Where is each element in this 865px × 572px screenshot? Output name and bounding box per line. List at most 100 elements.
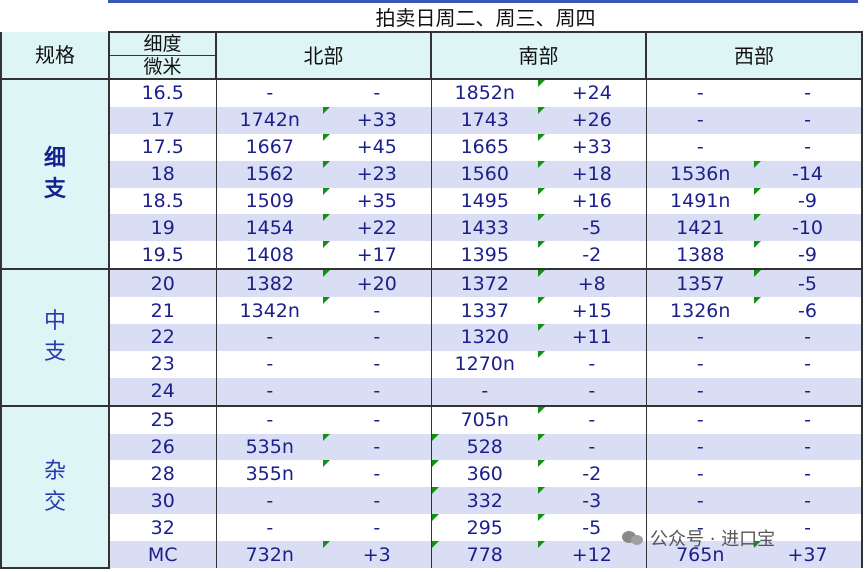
table-row: 28 355n -360 -2- - — [1, 460, 863, 488]
west-change-cell: - — [754, 433, 863, 461]
north-price-cell: - — [216, 487, 323, 515]
south-change-cell: +15 — [538, 297, 647, 325]
south-change-cell: +8 — [538, 268, 647, 298]
north-price-cell: 732n — [216, 541, 323, 569]
west-change-cell: -14 — [754, 160, 863, 188]
north-price-cell: 1667 — [216, 133, 323, 161]
north-change-cell: +3 — [323, 541, 432, 569]
table-row: 17 1742n +33 1743 +26- - — [1, 106, 863, 134]
fineness-cell: 17 — [109, 106, 217, 134]
table-row: 19.5 1408 +17 1395 -2 1388 -9 — [1, 241, 863, 270]
north-change-cell: - — [323, 433, 432, 461]
north-change-cell: +17 — [323, 241, 432, 270]
west-price-cell: - — [646, 377, 754, 406]
north-change-cell: - — [323, 297, 432, 325]
region-header-west: 西部 — [645, 32, 863, 80]
west-change-cell: - — [754, 487, 863, 515]
north-change-cell: +33 — [323, 106, 432, 134]
south-price-cell: 1320 — [431, 324, 538, 351]
west-price-cell: - — [646, 79, 754, 107]
north-change-cell: +35 — [323, 187, 432, 215]
west-price-cell: 1536n — [646, 160, 754, 188]
south-change-cell: +18 — [538, 160, 647, 188]
south-price-cell: 1270n — [431, 350, 538, 378]
table-row: 17.5 1667 +45 1665 +33- - — [1, 133, 863, 161]
south-price-cell: 1495 — [431, 187, 538, 215]
fineness-cell: 19 — [109, 214, 217, 242]
south-price-cell: 528 — [431, 433, 538, 461]
fineness-cell: 26 — [109, 433, 217, 461]
north-price-cell: - — [216, 377, 323, 406]
watermark-text: 公众号 · 进口宝 — [650, 529, 776, 550]
north-price-cell: 1408 — [216, 241, 323, 270]
table-row: 23- -1270n - - - — [1, 350, 863, 378]
north-change-cell: - — [323, 377, 432, 406]
fineness-cell: 24 — [109, 377, 217, 406]
north-price-cell: 1382 — [216, 268, 323, 298]
west-change-cell: - — [754, 350, 863, 378]
north-change-cell: - — [323, 404, 432, 434]
fineness-header-bottom: 微米 — [109, 55, 216, 80]
north-price-cell: - — [216, 350, 323, 378]
table-row: 细 支 16.5- -1852n +24- - — [0, 79, 863, 271]
south-change-cell: +33 — [538, 133, 647, 161]
top-accent-bar — [108, 0, 858, 3]
fineness-cell: 16.5 — [109, 79, 217, 107]
west-price-cell: - — [646, 460, 754, 488]
west-price-cell: 1326n — [646, 297, 754, 325]
fineness-cell: MC — [109, 541, 217, 569]
south-price-cell: 1395 — [431, 241, 538, 270]
north-change-cell: - — [323, 514, 432, 542]
west-change-cell: - — [754, 377, 863, 406]
fineness-cell: 28 — [109, 460, 217, 488]
table-row: 中 支 20 1382 +20 1372 +8 1357 -5 — [0, 268, 863, 407]
north-change-cell: - — [323, 460, 432, 488]
west-price-cell: - — [646, 404, 754, 434]
west-change-cell: - — [754, 460, 863, 488]
west-change-cell: - — [754, 106, 863, 134]
south-price-cell: 1743 — [431, 106, 538, 134]
table-row: 21 1342n -1337 +15 1326n -6 — [1, 297, 863, 325]
north-change-cell: - — [323, 487, 432, 515]
south-change-cell: -2 — [538, 460, 647, 488]
fineness-cell: 18 — [109, 160, 217, 188]
south-price-cell: 705n — [431, 404, 538, 434]
west-change-cell: -5 — [754, 268, 863, 298]
south-price-cell: 1665 — [431, 133, 538, 161]
west-price-cell: 1357 — [646, 268, 754, 298]
south-change-cell: +26 — [538, 106, 647, 134]
west-change-cell: -9 — [754, 187, 863, 215]
table-row: 杂 交 25- -705n - - - — [0, 404, 863, 570]
fineness-cell: 25 — [109, 404, 217, 434]
west-price-cell: - — [646, 133, 754, 161]
south-price-cell: 1372 — [431, 268, 538, 298]
north-price-cell: 1562 — [216, 160, 323, 188]
auction-price-table: 拍卖日周二、周三、周四 规格 细度 北部 南部 西部 微米 细 支 16.5- -1… — [0, 4, 863, 570]
south-price-cell: 332 — [431, 487, 538, 515]
north-price-cell: 1742n — [216, 106, 323, 134]
table-row: 24- - - - - - — [1, 377, 863, 406]
south-change-cell: - — [538, 433, 647, 461]
north-price-cell: 535n — [216, 433, 323, 461]
south-price-cell: 1337 — [431, 297, 538, 325]
south-price-cell: 1852n — [431, 79, 538, 107]
fineness-cell: 22 — [109, 324, 217, 351]
south-price-cell: 778 — [431, 541, 538, 569]
table-row: 18.5 1509 +35 1495 +16 1491n -9 — [1, 187, 863, 215]
west-change-cell: -10 — [754, 214, 863, 242]
south-price-cell: - — [431, 377, 538, 406]
west-price-cell: - — [646, 487, 754, 515]
north-price-cell: - — [216, 324, 323, 351]
west-change-cell: -6 — [754, 297, 863, 325]
fineness-cell: 23 — [109, 350, 217, 378]
west-price-cell: - — [646, 350, 754, 378]
fineness-cell: 20 — [109, 268, 217, 298]
table-title: 拍卖日周二、周三、周四 — [109, 4, 862, 33]
south-price-cell: 295 — [431, 514, 538, 542]
west-change-cell: -9 — [754, 241, 863, 270]
fineness-cell: 21 — [109, 297, 217, 325]
group-label: 杂 交 — [0, 404, 110, 570]
region-header-south: 南部 — [430, 32, 647, 80]
south-change-cell: - — [538, 350, 647, 378]
fineness-cell: 18.5 — [109, 187, 217, 215]
